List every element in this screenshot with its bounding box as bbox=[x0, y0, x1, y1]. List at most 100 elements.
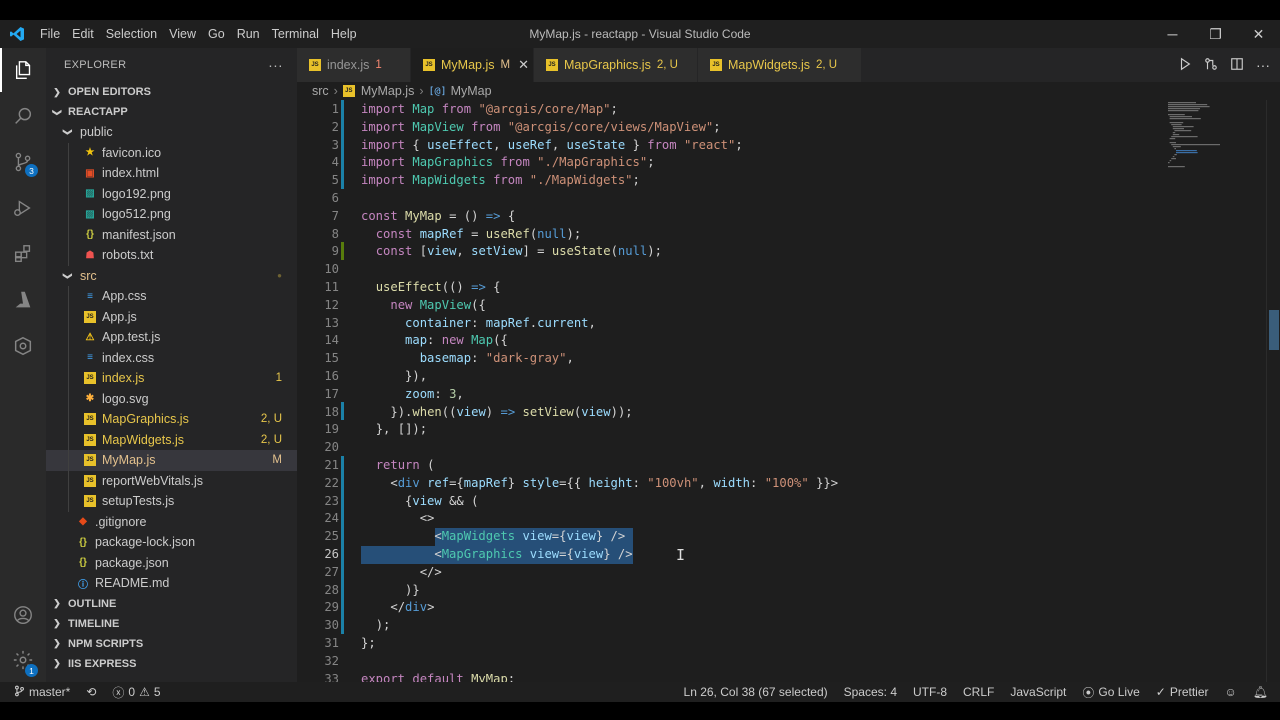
breadcrumb-symbol[interactable]: MyMap bbox=[451, 84, 492, 98]
tab-mymap-js[interactable]: JS MyMap.js M ✕ bbox=[411, 48, 534, 82]
folder-item[interactable]: ❯ src ● bbox=[46, 266, 297, 287]
close-icon[interactable]: ✕ bbox=[1237, 20, 1280, 48]
settings-gear-icon[interactable]: 1 bbox=[0, 638, 46, 682]
menu-selection[interactable]: Selection bbox=[100, 20, 163, 48]
tab-index-js[interactable]: JS index.js 1 bbox=[297, 48, 411, 82]
split-editor-icon[interactable] bbox=[1230, 57, 1244, 74]
menu-edit[interactable]: Edit bbox=[66, 20, 100, 48]
cursor-position[interactable]: Ln 26, Col 38 (67 selected) bbox=[676, 682, 836, 702]
line-number: 11 bbox=[324, 280, 339, 294]
chevron-down-icon: ❯ bbox=[52, 108, 63, 116]
feedback-icon[interactable]: ☺ bbox=[1217, 682, 1245, 702]
azure-icon[interactable] bbox=[0, 278, 46, 322]
accounts-icon[interactable] bbox=[0, 593, 46, 637]
restore-icon[interactable]: ❐ bbox=[1194, 20, 1237, 48]
prettier-button[interactable]: ✓ Prettier bbox=[1148, 682, 1217, 702]
code-line: 18 }).when((view) => setView(view)); bbox=[297, 404, 1280, 422]
file-item[interactable]: JS reportWebVitals.js bbox=[46, 470, 297, 491]
language-mode[interactable]: JavaScript bbox=[1002, 682, 1074, 702]
file-item[interactable]: JS setupTests.js bbox=[46, 491, 297, 512]
code-line: 25 <MapWidgets view={view} /> bbox=[297, 528, 1280, 546]
line-number: 33 bbox=[324, 671, 339, 682]
file-item[interactable]: ▣ index.html bbox=[46, 163, 297, 184]
code-line: 9 const [view, setView] = useState(null)… bbox=[297, 243, 1280, 261]
more-actions-icon[interactable]: ··· bbox=[1256, 57, 1270, 73]
file-item[interactable]: {} package-lock.json bbox=[46, 532, 297, 553]
tab-mapwidgets-js[interactable]: JS MapWidgets.js 2, U bbox=[698, 48, 862, 82]
extensions-icon[interactable] bbox=[0, 232, 46, 276]
encoding[interactable]: UTF-8 bbox=[905, 682, 955, 702]
line-number: 25 bbox=[324, 529, 339, 544]
minimap[interactable] bbox=[1166, 100, 1266, 682]
file-item[interactable]: {} manifest.json bbox=[46, 224, 297, 245]
menu-run[interactable]: Run bbox=[231, 20, 266, 48]
folder-item[interactable]: ❯ public bbox=[46, 122, 297, 143]
tab-mapgraphics-js[interactable]: JS MapGraphics.js 2, U bbox=[534, 48, 698, 82]
file-item[interactable]: ★ favicon.ico bbox=[46, 142, 297, 163]
open-changes-icon[interactable] bbox=[1204, 57, 1218, 74]
file-item[interactable]: ✱ logo.svg bbox=[46, 388, 297, 409]
file-item[interactable]: ◆ .gitignore bbox=[46, 512, 297, 533]
go-live-button[interactable]: ⦿ Go Live bbox=[1074, 682, 1147, 702]
notifications-icon[interactable]: 🔔︎ bbox=[1245, 682, 1280, 702]
indent-guide bbox=[68, 470, 69, 491]
line-number: 18 bbox=[324, 404, 339, 419]
menu-file[interactable]: File bbox=[34, 20, 66, 48]
close-tab-icon[interactable]: ✕ bbox=[518, 57, 529, 73]
line-number: 23 bbox=[324, 493, 339, 508]
tree-item-label: package-lock.json bbox=[95, 535, 196, 550]
file-item[interactable]: JS index.js 1 bbox=[46, 368, 297, 389]
outline-section[interactable]: ❯ OUTLINE bbox=[46, 594, 297, 614]
search-icon[interactable] bbox=[0, 94, 46, 138]
js-file-icon: JS bbox=[84, 433, 96, 446]
file-item[interactable]: JS MapWidgets.js 2, U bbox=[46, 429, 297, 450]
breadcrumb-folder[interactable]: src bbox=[312, 84, 329, 98]
file-item[interactable]: JS MyMap.js M bbox=[46, 450, 297, 471]
vertical-scrollbar[interactable] bbox=[1266, 100, 1280, 682]
explorer-icon[interactable] bbox=[0, 48, 46, 92]
minimize-icon[interactable]: ─ bbox=[1151, 20, 1194, 48]
file-item[interactable]: ▨ logo512.png bbox=[46, 204, 297, 225]
npm-scripts-section[interactable]: ❯ NPM SCRIPTS bbox=[46, 634, 297, 654]
branch-indicator[interactable]: master* bbox=[0, 682, 78, 702]
menu-view[interactable]: View bbox=[163, 20, 202, 48]
file-item[interactable]: JS MapGraphics.js 2, U bbox=[46, 409, 297, 430]
breadcrumb-file[interactable]: MyMap.js bbox=[361, 84, 414, 98]
file-item[interactable]: ≡ App.css bbox=[46, 286, 297, 307]
git-branch-icon bbox=[14, 685, 25, 700]
indent-guide bbox=[68, 347, 69, 368]
line-number: 27 bbox=[324, 564, 339, 579]
iis-express-section[interactable]: ❯ IIS EXPRESS bbox=[46, 654, 297, 674]
minimap-line bbox=[1169, 142, 1176, 144]
code-line: 32 bbox=[297, 653, 1280, 671]
file-item[interactable]: JS App.js bbox=[46, 306, 297, 327]
run-file-icon[interactable] bbox=[1178, 57, 1192, 74]
kubernetes-icon[interactable] bbox=[0, 324, 46, 368]
timeline-section[interactable]: ❯ TIMELINE bbox=[46, 614, 297, 634]
file-item[interactable]: ⚠ App.test.js bbox=[46, 327, 297, 348]
open-editors-section[interactable]: ❯ OPEN EDITORS bbox=[46, 82, 297, 102]
more-actions-icon[interactable]: ··· bbox=[268, 57, 283, 73]
menu-help[interactable]: Help bbox=[325, 20, 363, 48]
line-ending[interactable]: CRLF bbox=[955, 682, 1002, 702]
reactapp-section[interactable]: ❯ REACTAPP bbox=[46, 102, 297, 122]
file-item[interactable]: ≡ index.css bbox=[46, 347, 297, 368]
tree-item-label: MapGraphics.js bbox=[102, 412, 189, 427]
code-text: basemap: "dark-gray", bbox=[419, 351, 574, 366]
problems-indicator[interactable]: ⓧ 0 ⚠ 5 bbox=[104, 682, 168, 702]
file-item[interactable]: ▨ logo192.png bbox=[46, 183, 297, 204]
file-item[interactable]: ⓘ README.md bbox=[46, 573, 297, 594]
line-number: 26 bbox=[324, 547, 339, 561]
sync-button[interactable]: ⟲ bbox=[78, 682, 104, 702]
code-text: </> bbox=[419, 564, 442, 579]
file-item[interactable]: {} package.json bbox=[46, 553, 297, 574]
run-debug-icon[interactable] bbox=[0, 186, 46, 230]
file-item[interactable]: ☗ robots.txt bbox=[46, 245, 297, 266]
code-editor[interactable]: 1 import Map from "@arcgis/core/Map"; 2 imp… bbox=[297, 100, 1280, 682]
menu-terminal[interactable]: Terminal bbox=[266, 20, 325, 48]
git-status-badge: M bbox=[272, 454, 282, 467]
git-status-badge: ● bbox=[277, 271, 282, 281]
menu-go[interactable]: Go bbox=[202, 20, 231, 48]
source-control-icon[interactable]: 3 bbox=[0, 140, 46, 184]
indentation[interactable]: Spaces: 4 bbox=[836, 682, 905, 702]
